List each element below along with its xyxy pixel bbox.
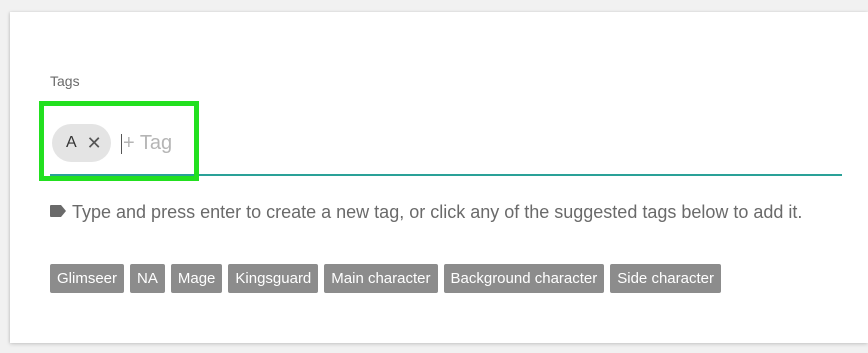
suggested-tag[interactable]: Mage	[170, 264, 223, 293]
close-icon[interactable]: ✕	[87, 134, 102, 152]
suggested-tag[interactable]: NA	[130, 264, 165, 293]
tags-card: Tags A ✕ Type and press enter to create …	[10, 12, 868, 343]
tags-field-label: Tags	[50, 73, 80, 89]
tags-input-row[interactable]: A ✕	[50, 124, 842, 176]
suggested-tag[interactable]: Background character	[443, 264, 605, 293]
suggested-tag[interactable]: Kingsguard	[228, 264, 319, 293]
tag-chip: A ✕	[52, 124, 111, 162]
tag-input[interactable]	[123, 130, 323, 156]
suggested-tag[interactable]: Glimseer	[50, 264, 125, 293]
suggested-tag[interactable]: Main character	[324, 264, 438, 293]
suggested-tag[interactable]: Side character	[610, 264, 721, 293]
hint-text: Type and press enter to create a new tag…	[72, 202, 803, 222]
text-caret	[121, 134, 122, 154]
suggested-tags: Glimseer NA Mage Kingsguard Main charact…	[50, 264, 721, 293]
page: Tags A ✕ Type and press enter to create …	[0, 0, 868, 353]
tag-icon	[50, 205, 66, 217]
tag-chip-label: A	[66, 134, 77, 151]
tags-hint: Type and press enter to create a new tag…	[50, 198, 850, 226]
